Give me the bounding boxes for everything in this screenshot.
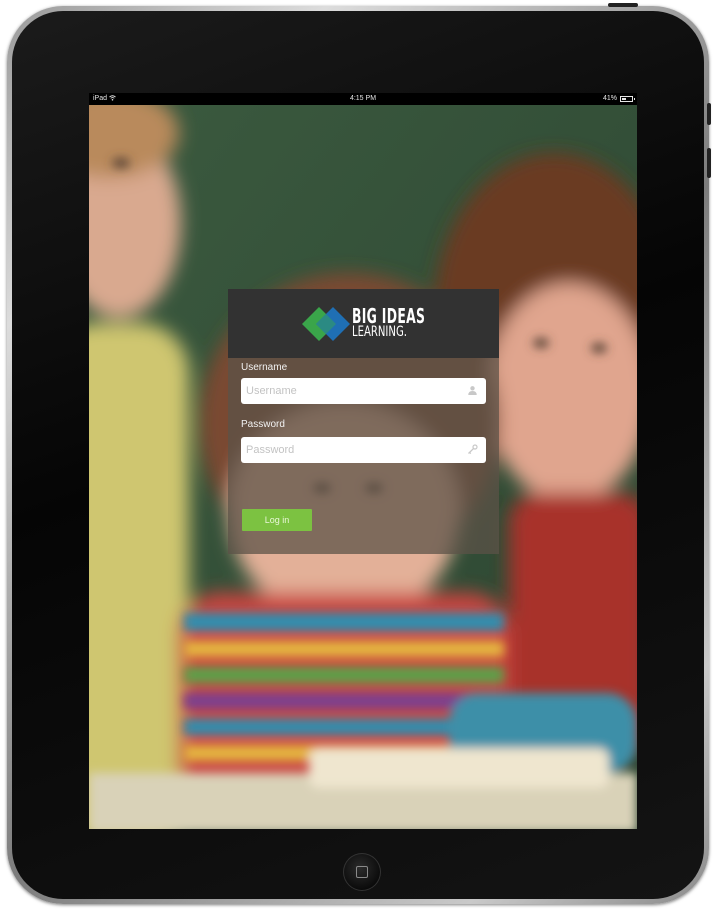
mute-switch	[707, 103, 711, 125]
home-square-icon	[356, 866, 368, 878]
username-input[interactable]	[241, 378, 456, 404]
battery-fill	[622, 98, 626, 100]
user-icon	[468, 386, 477, 395]
login-card: BIG IDEAS LEARNING. Username Password Lo…	[228, 289, 499, 554]
battery-icon	[620, 96, 635, 102]
username-label: Username	[241, 362, 288, 373]
login-header: BIG IDEAS LEARNING.	[228, 289, 499, 358]
logo-line2: LEARNING.	[352, 324, 407, 340]
status-battery: 41%	[602, 93, 635, 105]
big-ideas-logo: BIG IDEAS LEARNING.	[300, 303, 428, 345]
volume-buttons	[707, 148, 711, 178]
home-button[interactable]	[343, 853, 381, 891]
login-button[interactable]: Log in	[242, 509, 312, 531]
password-input[interactable]	[241, 437, 456, 463]
username-field[interactable]	[241, 378, 486, 404]
key-icon	[468, 444, 478, 454]
sleep-button	[608, 3, 638, 7]
battery-percent: 41%	[602, 95, 617, 102]
password-field[interactable]	[241, 437, 486, 463]
status-bar: iPad 4:15 PM 41%	[89, 93, 637, 105]
status-time: 4:15 PM	[349, 95, 377, 102]
battery-nub	[634, 98, 635, 100]
password-label: Password	[241, 419, 285, 430]
logo-diamond-icon	[302, 307, 350, 341]
screen: iPad 4:15 PM 41% BIG IDEAS LEARNING. Use…	[89, 93, 637, 829]
